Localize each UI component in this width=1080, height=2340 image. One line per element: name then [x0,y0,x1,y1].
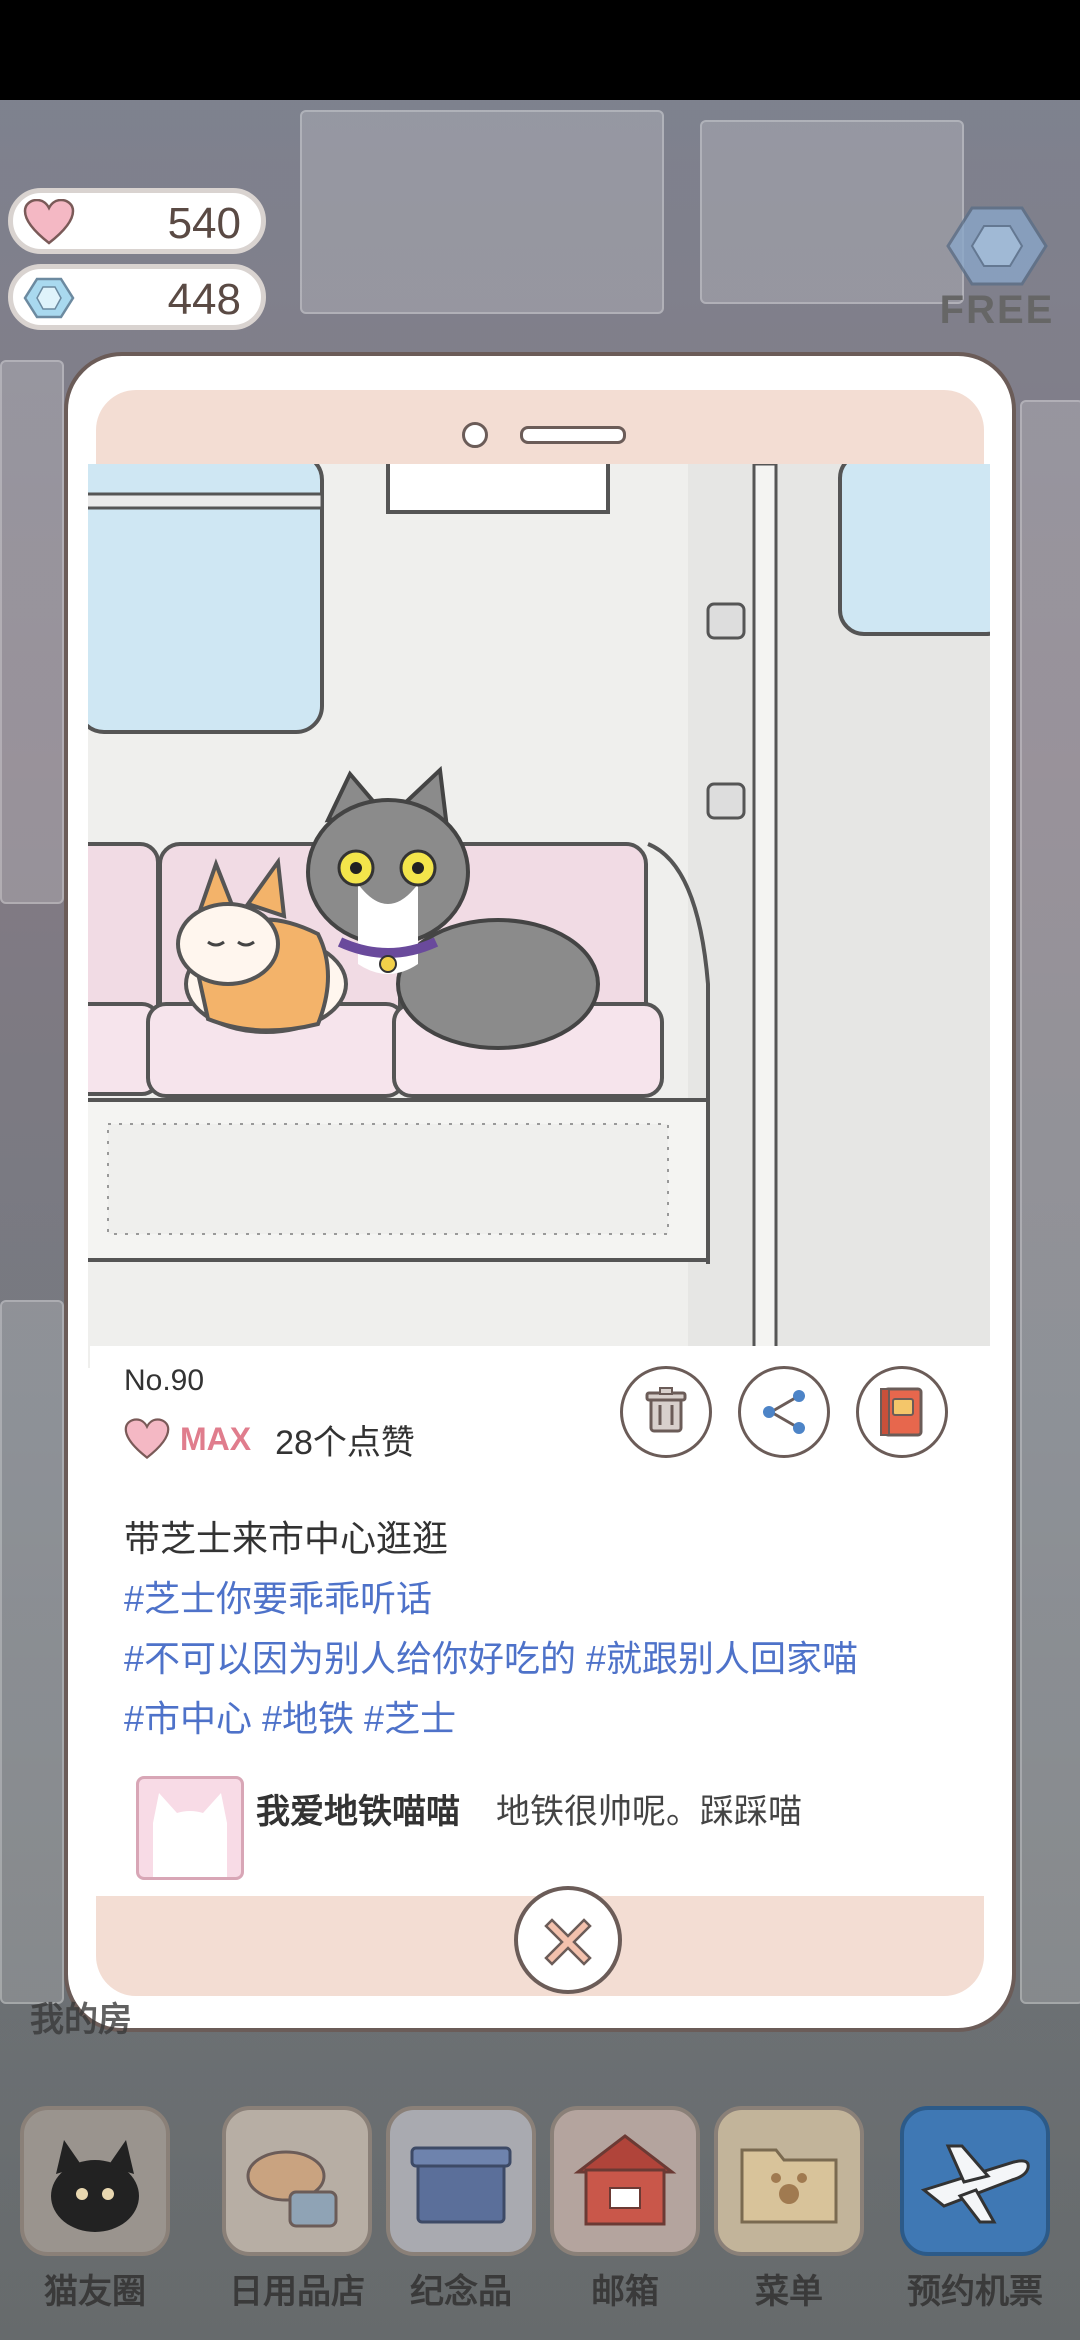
close-button[interactable] [514,1886,622,1994]
nav-mailbox[interactable]: 邮箱 [550,2050,700,2330]
phone-bottom-bezel [96,1886,984,1996]
like-count: 28个点赞 [275,1423,415,1462]
free-gem-icon [946,206,1048,286]
likes-row: MAX 28个点赞 [124,1412,415,1466]
photo-post-card: No.90 MAX 28个点赞 带芝士来市中心逛逛 #芝士你要乖乖听话 #不可以… [64,352,1016,2032]
mailbox-icon [550,2106,700,2256]
post-tags-line-3[interactable]: #市中心 #地铁 #芝士 [124,1690,456,1742]
background-building [300,110,664,314]
nav-cat-friends[interactable]: 猫友圈 [20,2050,170,2330]
commenter-name[interactable]: 我爱地铁喵喵 [256,1784,460,1833]
delete-button[interactable] [620,1366,712,1458]
share-icon [763,1390,805,1434]
nav-label: 日用品店 [229,2273,365,2311]
background-umbrella-area [700,120,964,304]
post-details: No.90 MAX 28个点赞 带芝士来市中心逛逛 #芝士你要乖乖听话 #不可以… [90,1346,990,1880]
airplane-icon [900,2106,1050,2256]
menu-folder-icon [714,2106,864,2256]
post-number: No.90 [124,1364,205,1397]
subway-cats-illustration [88,464,990,1368]
nav-label: 纪念品 [410,2273,512,2311]
trash-icon [645,1387,687,1433]
hearts-value: 540 [167,199,241,248]
free-gem-badge[interactable]: FREE [932,200,1062,340]
nav-book-flight[interactable]: 预约机票 [900,2050,1050,2330]
comment-text: 地铁很帅呢。踩踩喵 [496,1793,802,1831]
background-left-street [0,1300,64,2004]
my-room-label[interactable]: 我的房 [30,1992,132,2041]
hearts-counter[interactable]: 540 [8,188,266,254]
heart-icon [23,199,75,245]
album-button[interactable] [856,1366,948,1458]
share-button[interactable] [738,1366,830,1458]
post-caption: 带芝士来市中心逛逛 [124,1518,449,1559]
cat-silhouette-icon [153,1793,227,1877]
gems-value: 448 [167,275,241,324]
cat-camera-icon [20,2106,170,2256]
shop-icon [222,2106,372,2256]
background-right-column [1020,400,1080,2004]
souvenir-box-icon [386,2106,536,2256]
gem-icon [23,277,75,319]
background-left-column [0,360,64,904]
nav-label: 猫友圈 [44,2273,146,2311]
nav-souvenirs[interactable]: 纪念品 [386,2050,536,2330]
nav-label: 预约机票 [907,2273,1043,2311]
nav-menu[interactable]: 菜单 [714,2050,864,2330]
post-tags-line-1[interactable]: #芝士你要乖乖听话 [124,1570,432,1622]
like-level: MAX [180,1420,252,1457]
comment-row: 我爱地铁喵喵 地铁很帅呢。踩踩喵 [124,1776,984,1886]
free-label: FREE [939,288,1055,332]
camera-icon [462,422,488,448]
heart-icon [124,1418,170,1459]
album-book-icon [880,1387,923,1437]
nav-daily-shop[interactable]: 日用品店 [222,2050,372,2330]
close-icon [544,1918,592,1966]
post-photo [88,464,990,1368]
bottom-nav: 猫友圈 日用品店 纪念品 邮箱 菜单 预约机票 [0,2050,1080,2340]
nav-label: 邮箱 [591,2273,659,2311]
gems-counter[interactable]: 448 [8,264,266,330]
post-tags-line-2[interactable]: #不可以因为别人给你好吃的 #就跟别人回家喵 [124,1630,858,1682]
commenter-avatar [136,1776,244,1880]
speaker-slot [520,426,626,444]
nav-label: 菜单 [755,2273,823,2311]
status-bar [0,0,1080,100]
